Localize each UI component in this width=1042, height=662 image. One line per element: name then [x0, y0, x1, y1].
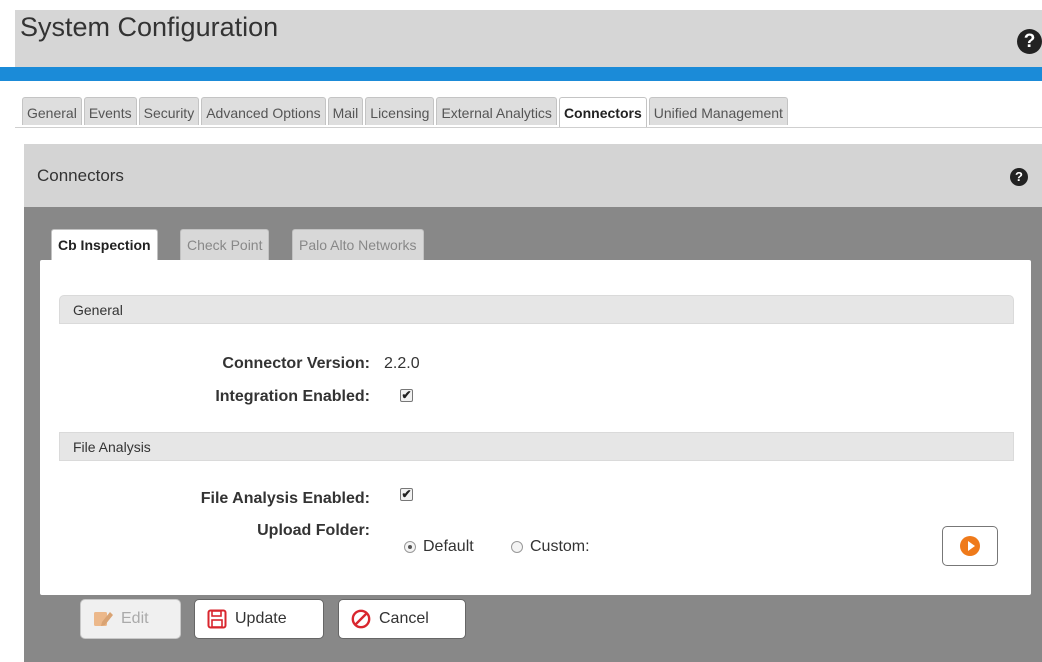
- upload-folder-label: Upload Folder:: [257, 522, 370, 539]
- tab-security[interactable]: Security: [138, 97, 200, 125]
- tab-check-point[interactable]: Check Point: [180, 229, 270, 260]
- tab-events[interactable]: Events: [83, 97, 137, 125]
- cancel-label: Cancel: [379, 610, 429, 627]
- radio-custom-label: Custom:: [530, 538, 590, 555]
- radio-default-label: Default: [423, 538, 474, 555]
- page-title: System Configuration: [20, 12, 279, 42]
- connector-version-label: Connector Version:: [222, 355, 370, 372]
- edit-icon: [93, 609, 113, 629]
- integration-enabled-checkbox[interactable]: ✔: [400, 389, 413, 402]
- tab-mail[interactable]: Mail: [327, 97, 364, 125]
- section-file-analysis-header: File Analysis: [59, 432, 1014, 461]
- cancel-icon: [351, 609, 371, 629]
- config-tabs: General Events Security Advanced Options…: [22, 97, 788, 128]
- connector-version-value: 2.2.0: [384, 355, 420, 372]
- tab-strip: [464, 261, 559, 262]
- integration-enabled-label: Integration Enabled:: [215, 388, 370, 405]
- radio-default[interactable]: [404, 541, 416, 553]
- file-analysis-enabled-label: File Analysis Enabled:: [200, 490, 370, 507]
- edit-label: Edit: [121, 610, 149, 627]
- panel-title: Connectors: [37, 166, 124, 185]
- run-button[interactable]: [942, 526, 998, 566]
- tab-general[interactable]: General: [22, 97, 82, 125]
- save-icon: [207, 609, 227, 629]
- tab-licensing[interactable]: Licensing: [365, 97, 435, 125]
- question-circle-icon[interactable]: ?: [1017, 29, 1042, 54]
- update-label: Update: [235, 610, 287, 627]
- connectors-panel-header: [24, 144, 1042, 207]
- radio-custom[interactable]: [511, 541, 523, 553]
- tab-cb-inspection[interactable]: Cb Inspection: [51, 229, 158, 261]
- edit-button[interactable]: Edit: [80, 599, 181, 639]
- section-general-header: General: [59, 295, 1014, 324]
- cancel-button[interactable]: Cancel: [338, 599, 466, 639]
- panel-help-icon[interactable]: ?: [1010, 168, 1028, 186]
- tab-palo-alto-networks[interactable]: Palo Alto Networks: [292, 229, 424, 260]
- accent-bar: [0, 67, 1042, 81]
- tab-divider: [15, 127, 1042, 128]
- file-analysis-enabled-checkbox[interactable]: ✔: [400, 488, 413, 501]
- tab-unified-management[interactable]: Unified Management: [648, 97, 788, 125]
- tab-connectors[interactable]: Connectors: [558, 97, 647, 128]
- tab-advanced-options[interactable]: Advanced Options: [201, 97, 326, 125]
- update-button[interactable]: Update: [194, 599, 324, 639]
- tab-external-analytics[interactable]: External Analytics: [436, 97, 557, 125]
